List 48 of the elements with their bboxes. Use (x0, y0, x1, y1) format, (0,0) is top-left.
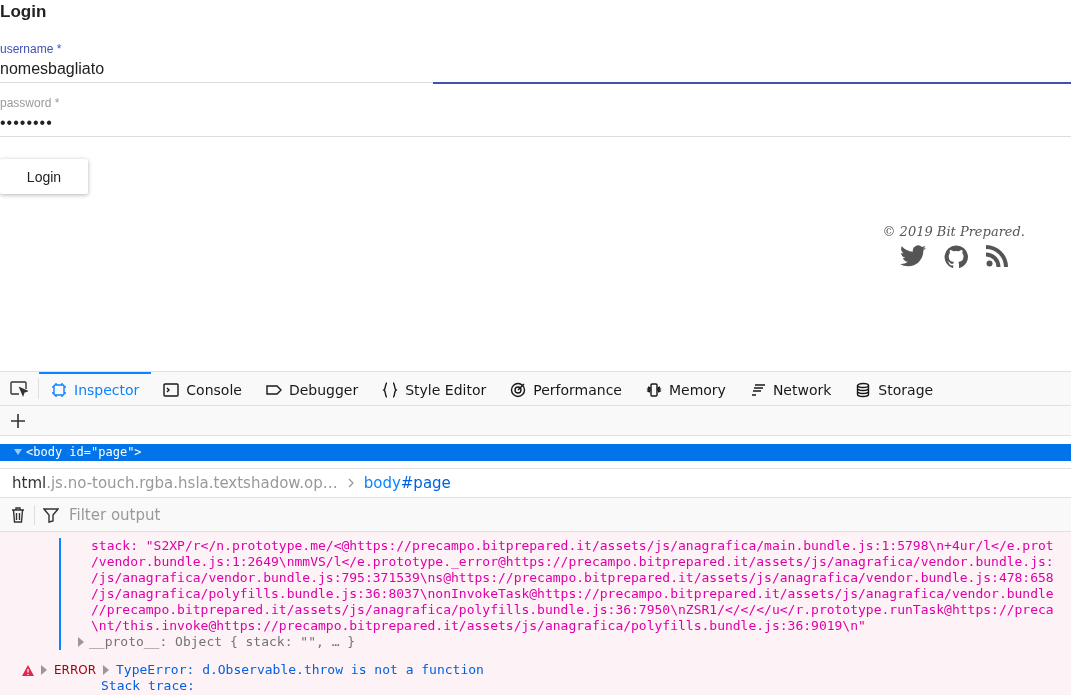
node-text: <body id="page"> (26, 445, 142, 459)
markup-node[interactable]: <body id="page"> (0, 443, 1071, 461)
stack-line: /js/anagrafica/polyfills.bundle.js:36:8037\nonInvokeTask@https://precampo.bitprepared.it/assets/js/anagrafica/vendor.bundle (91, 586, 1054, 602)
add-icon[interactable] (10, 412, 26, 429)
trash-icon[interactable] (10, 506, 26, 523)
stack-line: stack: "S2XP/r</n.prototype.me/<@https://precampo.bitprepared.it/assets/js/anagrafica/main.bundle.js:1:5798\n+4ur/l</e.prot (91, 538, 1054, 554)
devtools-tab[interactable]: Storage (843, 372, 946, 405)
page-title: Login (0, 2, 48, 22)
frame-icon (51, 381, 67, 398)
devtools-tab[interactable]: Network (737, 372, 844, 405)
braces-icon (382, 381, 399, 398)
login-button[interactable]: Login (0, 159, 88, 194)
breadcrumb[interactable]: html.js.no-touch.rgba.hsla.textshadow.op… (12, 474, 338, 492)
filter-field[interactable]: Filter output (67, 504, 1071, 525)
error-message: TypeError: d.Observable.throw is not a function (116, 662, 484, 678)
error-label: ERROR (54, 662, 97, 678)
copyright-text: © 2019 Bit Prepared. (882, 224, 1025, 239)
devtools-tab[interactable]: Debugger (253, 372, 371, 405)
expand-icon[interactable] (77, 637, 85, 647)
expand-icon[interactable] (40, 665, 48, 675)
filter-icon[interactable] (43, 506, 59, 523)
devtools-tab[interactable]: Memory (633, 372, 738, 405)
devtools-tab[interactable]: Style Editor (370, 372, 499, 405)
terminal-icon (163, 381, 180, 398)
chip-icon (645, 381, 662, 398)
bird-icon[interactable] (899, 245, 926, 267)
expand-icon[interactable] (102, 665, 111, 675)
stack-line: /vendor.bundle.js:1:2649\nmmVS/l</e.prototype._error@https://precampo.bitprepared.it/assets/js/anagrafica/vendor.bundle.js: (91, 554, 1054, 570)
database-icon (855, 381, 872, 398)
chevron-icon (347, 478, 354, 488)
gauge-icon (510, 381, 527, 398)
rss-icon[interactable] (985, 245, 1008, 267)
proto-text: __proto__: Object { stack: "", … } (89, 634, 356, 650)
devtools-tab[interactable]: Performance (498, 372, 634, 405)
stack-trace-label: Stack trace: (101, 678, 195, 694)
field-label: password * (0, 96, 60, 110)
stack-line: //precampo.bitprepared.it/assets/js/anagrafica/polyfills.bundle.js:36:7950\nZSR1/</</</u</r.prototype.runTask@https://preca (91, 602, 1054, 618)
stack-line: /js/anagrafica/vendor.bundle.js:795:371539\ns@https://precampo.bitprepared.it/assets/js/anagrafica/vendor.bundle.js:478:658 (91, 570, 1054, 586)
field-label: username * (0, 42, 62, 56)
warning-icon (22, 664, 34, 676)
password-field[interactable]: •••••••• (0, 110, 1071, 137)
cat-icon[interactable] (943, 245, 968, 269)
devtools-tab[interactable]: Console (151, 372, 254, 405)
breadcrumb[interactable]: body#page (363, 474, 451, 492)
stack-line: \nt/this.invoke@https://precampo.bitprepared.it/assets/js/anagrafica/polyfills.bundle.js:36:9019\n" (91, 618, 866, 634)
element-picker-icon[interactable] (10, 380, 28, 397)
lines-icon (749, 381, 766, 398)
collapse-icon[interactable] (14, 447, 22, 457)
